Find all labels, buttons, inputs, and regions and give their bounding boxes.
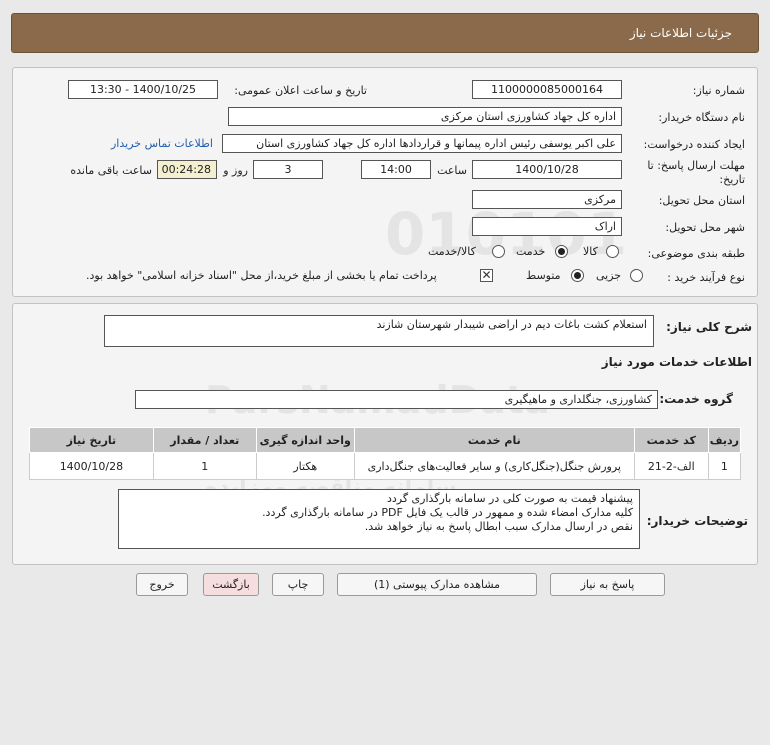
deadline-date-field: 1400/10/28	[472, 160, 622, 179]
cell-row: 1	[707, 452, 742, 480]
attachments-button[interactable]: مشاهده مدارک پیوستی (1)	[337, 573, 537, 596]
category-option-goods: کالا	[583, 245, 598, 258]
cell-qty: 1	[152, 452, 257, 480]
services-table-header: ردیف کد خدمت نام خدمت واحد اندازه گیری ت…	[29, 427, 742, 453]
services-heading: اطلاعات خدمات مورد نیاز	[601, 355, 752, 369]
category-radio-goods-service[interactable]	[492, 245, 505, 258]
print-button[interactable]: چاپ	[272, 573, 324, 596]
category-option-goods-service: کالا/خدمت	[428, 245, 476, 258]
category-radio-service[interactable]	[555, 245, 568, 258]
process-option-minor: جزیی	[596, 269, 622, 282]
col-unit: واحد اندازه گیری	[255, 427, 355, 453]
need-info-panel	[12, 67, 758, 297]
process-radio-medium[interactable]	[571, 269, 584, 282]
deadline-label: مهلت ارسال پاسخ: تا	[647, 159, 745, 172]
remaining-time-field: 00:24:28	[157, 160, 217, 179]
table-row: 1 الف-2-21 پرورش جنگل(جنگل‌کاری) و سایر …	[29, 452, 742, 480]
payment-note: پرداخت تمام یا بخشی از مبلغ خرید،از محل …	[86, 269, 437, 282]
col-name: نام خدمت	[353, 427, 635, 453]
buyer-desc-line-3: نقص در ارسال مدارک سبب ابطال پاسخ به نیا…	[364, 520, 633, 533]
buyer-desc-line-2: کلیه مدارک امضاء شده و ممهور در قالب یک …	[262, 506, 633, 519]
city-field: اراک	[472, 217, 622, 236]
service-group-field: کشاورزی، جنگلداری و ماهیگیری	[135, 390, 658, 409]
buyer-contact-link[interactable]: اطلاعات تماس خریدار	[111, 137, 213, 150]
cell-date: 1400/10/28	[29, 452, 154, 480]
exit-button[interactable]: خروج	[136, 573, 188, 596]
deadline-time-field: 14:00	[361, 160, 431, 179]
buyer-desc-label: توضیحات خریدار:	[646, 514, 748, 528]
announce-label: تاریخ و ساعت اعلان عمومی:	[234, 84, 367, 97]
col-date: تاریخ نیاز	[29, 427, 154, 453]
need-desc-field: استعلام کشت باغات دیم در اراضی شیبدار شه…	[104, 315, 654, 347]
remaining-days-label: روز و	[223, 164, 248, 177]
col-code: کد خدمت	[633, 427, 709, 453]
cell-unit: هکتار	[255, 452, 355, 480]
page-header: جزئیات اطلاعات نیاز	[11, 13, 759, 53]
category-option-service: خدمت	[516, 245, 546, 258]
creator-label: ایجاد کننده درخواست:	[643, 138, 745, 151]
buyer-desc-line-1: پیشنهاد قیمت به صورت کلی در سامانه بارگذ…	[386, 492, 633, 505]
back-button[interactable]: بازگشت	[203, 573, 259, 596]
col-row: ردیف	[707, 427, 742, 453]
need-number-field: 1100000085000164	[472, 80, 622, 99]
process-option-medium: متوسط	[526, 269, 561, 282]
process-radio-minor[interactable]	[630, 269, 643, 282]
province-label: استان محل تحویل:	[658, 194, 745, 207]
buyer-desc-field: پیشنهاد قیمت به صورت کلی در سامانه بارگذ…	[118, 489, 640, 549]
remaining-days-field: 3	[253, 160, 323, 179]
category-label: طبقه بندی موضوعی:	[647, 247, 745, 260]
creator-field: علی اکبر یوسفی رئیس اداره پیمانها و قرار…	[222, 134, 622, 153]
need-desc-label: شرح کلی نیاز:	[666, 320, 752, 334]
buyer-org-label: نام دستگاه خریدار:	[658, 111, 745, 124]
buyer-org-field: اداره کل جهاد کشاورزی استان مرکزی	[228, 107, 622, 126]
deadline-date-label: تاریخ:	[719, 173, 745, 186]
announce-field: 1400/10/25 - 13:30	[68, 80, 218, 99]
service-group-label: گروه خدمت:	[659, 392, 733, 406]
cell-name: پرورش جنگل(جنگل‌کاری) و سایر فعالیت‌های …	[353, 452, 635, 480]
category-radio-goods[interactable]	[606, 245, 619, 258]
remaining-time-label: ساعت باقی مانده	[70, 164, 152, 177]
page-title: جزئیات اطلاعات نیاز	[629, 26, 732, 40]
process-label: نوع فرآیند خرید :	[667, 271, 745, 284]
cell-code: الف-2-21	[633, 452, 709, 480]
need-number-label: شماره نیاز:	[692, 84, 745, 97]
services-table: ردیف کد خدمت نام خدمت واحد اندازه گیری ت…	[29, 427, 742, 480]
col-qty: تعداد / مقدار	[152, 427, 257, 453]
deadline-time-label: ساعت	[437, 164, 467, 177]
city-label: شهر محل تحویل:	[665, 221, 745, 234]
reply-button[interactable]: پاسخ به نیاز	[550, 573, 665, 596]
need-desc-text: استعلام کشت باغات دیم در اراضی شیبدار شه…	[376, 318, 647, 331]
province-field: مرکزی	[472, 190, 622, 209]
treasury-checkbox[interactable]: ✕	[480, 269, 493, 282]
